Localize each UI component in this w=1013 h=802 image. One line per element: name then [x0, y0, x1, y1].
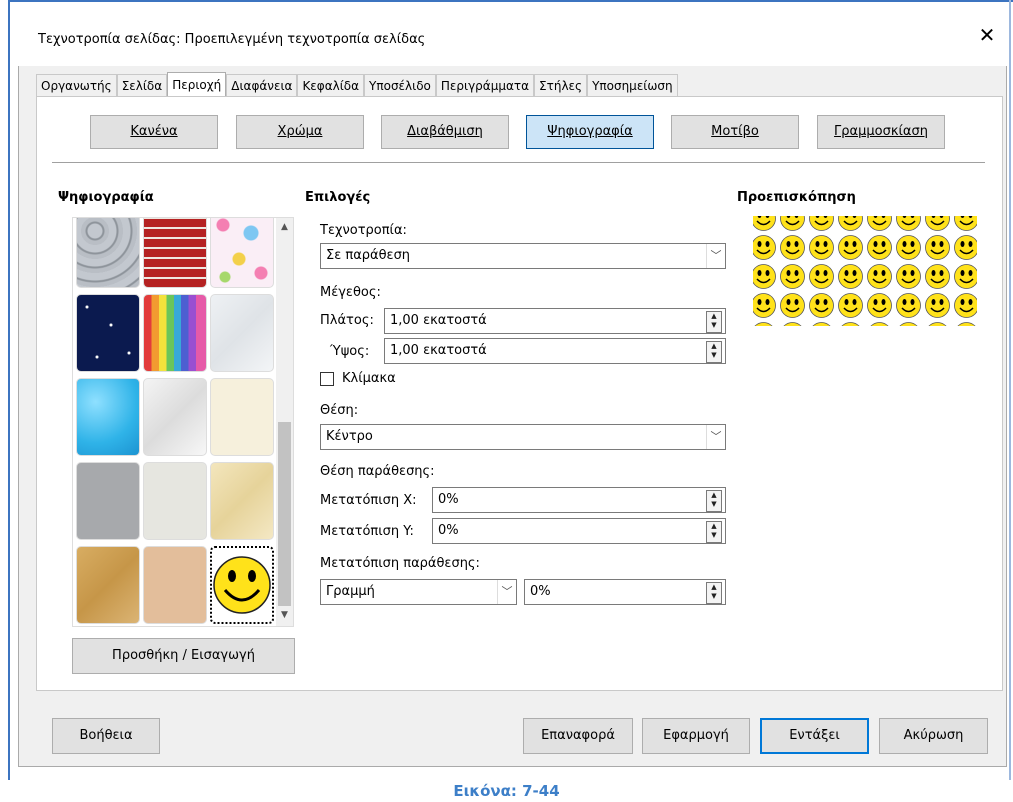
gray-concrete-tile[interactable]: [76, 462, 140, 540]
tab-page[interactable]: Σελίδα: [116, 74, 168, 97]
size-label: Μέγεθος:: [320, 285, 381, 300]
close-icon[interactable]: ✕: [975, 22, 999, 48]
offset-x-value: 0%: [438, 492, 459, 507]
dialog-title: Τεχνοτροπία σελίδας: Προεπιλεγμένη τεχνο…: [38, 32, 426, 47]
bitmap-section-header: Ψηφιογραφία: [58, 190, 154, 205]
spinner-icon[interactable]: ▲ ▼: [706, 490, 722, 512]
width-field[interactable]: 1,00 εκατοστά ▲ ▼: [384, 308, 726, 334]
gallery-scroll-thumb[interactable]: [278, 422, 291, 606]
options-header: Επιλογές: [305, 190, 371, 205]
document-edge-right: [1009, 0, 1011, 780]
height-value: 1,00 εκατοστά: [390, 343, 487, 358]
tab-footnote[interactable]: Υποσημείωση: [587, 74, 678, 97]
tab-header[interactable]: Κεφαλίδα: [297, 74, 365, 97]
scale-checkbox[interactable]: [320, 372, 334, 386]
brick-tile[interactable]: [143, 218, 207, 288]
position-dropdown[interactable]: Κέντρο ﹀: [320, 424, 726, 450]
flowers-tile[interactable]: [210, 218, 274, 288]
width-value: 1,00 εκατοστά: [390, 313, 487, 328]
tile-offset-field[interactable]: 0% ▲ ▼: [524, 579, 726, 605]
style-dropdown[interactable]: Σε παράθεση ﹀: [320, 243, 726, 269]
height-field[interactable]: 1,00 εκατοστά ▲ ▼: [384, 338, 726, 364]
white-paper-tile[interactable]: [210, 294, 274, 372]
tab-borders[interactable]: Περιγράμματα: [435, 74, 535, 97]
tile-position-label: Θέση παράθεσης:: [320, 464, 435, 479]
fill-hatching-button[interactable]: Γραμμοσκίαση: [817, 115, 945, 149]
help-button[interactable]: Βοήθεια: [52, 718, 160, 754]
position-value: Κέντρο: [326, 429, 373, 444]
cream-paper-tile[interactable]: [210, 378, 274, 456]
ok-button[interactable]: Εντάξει: [760, 718, 869, 754]
height-label: Ύψος:: [330, 344, 370, 359]
offset-y-label: Μετατόπιση Y:: [320, 524, 414, 539]
stone-tile[interactable]: [76, 218, 140, 288]
reset-button[interactable]: Επαναφορά: [523, 718, 633, 754]
night-sky-tile[interactable]: [76, 294, 140, 372]
sand-tile[interactable]: [76, 546, 140, 624]
bitmap-gallery[interactable]: [72, 217, 294, 627]
spinner-icon[interactable]: ▲ ▼: [706, 521, 722, 543]
water-tile[interactable]: [76, 378, 140, 456]
smiley-tile[interactable]: [210, 546, 274, 624]
offset-y-value: 0%: [438, 523, 459, 538]
scroll-up-icon[interactable]: ▲: [276, 222, 293, 232]
apply-button[interactable]: Εφαρμογή: [642, 718, 750, 754]
preview-header: Προεπισκόπηση: [737, 190, 856, 205]
spinner-icon[interactable]: ▲ ▼: [706, 582, 722, 604]
fill-bitmap-button[interactable]: Ψηφιογραφία: [526, 115, 654, 149]
color-pencils-tile[interactable]: [143, 294, 207, 372]
chevron-down-icon: ﹀: [706, 425, 725, 449]
offset-x-field[interactable]: 0% ▲ ▼: [432, 487, 726, 513]
chevron-down-icon: ﹀: [706, 244, 725, 268]
offset-x-label: Μετατόπιση X:: [320, 493, 417, 508]
document-edge-top: [10, 0, 1013, 2]
tab-area[interactable]: Περιοχή: [167, 72, 227, 98]
figure-caption: Εικόνα: 7-44: [453, 782, 560, 800]
fill-gradient-button[interactable]: Διαβάθμιση: [381, 115, 509, 149]
spinner-icon[interactable]: ▲ ▼: [706, 311, 722, 333]
cancel-button[interactable]: Ακύρωση: [879, 718, 988, 754]
add-import-button[interactable]: Προσθήκη / Εισαγωγή: [72, 638, 295, 674]
beige-tile[interactable]: [143, 546, 207, 624]
light-gray-tile[interactable]: [143, 462, 207, 540]
tab-footer[interactable]: Υποσέλιδο: [364, 74, 436, 97]
scroll-down-icon[interactable]: ▼: [276, 610, 293, 620]
document-edge-left: [8, 0, 10, 780]
tab-transparency[interactable]: Διαφάνεια: [226, 74, 298, 97]
tab-columns[interactable]: Στήλες: [534, 74, 588, 97]
width-label: Πλάτος:: [320, 313, 374, 328]
spinner-icon[interactable]: ▲ ▼: [706, 341, 722, 363]
tile-offset-value: 0%: [530, 584, 551, 599]
preview-area: [753, 216, 977, 326]
smiley-pattern-preview: [753, 216, 977, 326]
tab-bar: Οργανωτής Σελίδα Περιοχή Διαφάνεια Κεφαλ…: [36, 72, 678, 98]
style-label: Τεχνοτροπία:: [320, 223, 407, 238]
tab-organizer[interactable]: Οργανωτής: [36, 74, 117, 97]
tile-offset-type-dropdown[interactable]: Γραμμή ﹀: [320, 579, 517, 605]
tile-offset-type-value: Γραμμή: [326, 584, 375, 599]
style-value: Σε παράθεση: [326, 248, 411, 263]
fill-color-button[interactable]: Χρώμα: [236, 115, 364, 149]
tile-offset-label: Μετατόπιση παράθεσης:: [320, 556, 480, 571]
position-label: Θέση:: [320, 403, 359, 418]
chevron-down-icon: ﹀: [497, 580, 516, 604]
white-diffusion-tile[interactable]: [143, 378, 207, 456]
parchment-tile[interactable]: [210, 462, 274, 540]
separator: [52, 162, 985, 163]
smiley-icon: [213, 556, 271, 614]
fill-none-button[interactable]: Κανένα: [90, 115, 218, 149]
scale-label: Κλίμακα: [342, 371, 396, 386]
fill-pattern-button[interactable]: Μοτίβο: [671, 115, 799, 149]
offset-y-field[interactable]: 0% ▲ ▼: [432, 518, 726, 544]
